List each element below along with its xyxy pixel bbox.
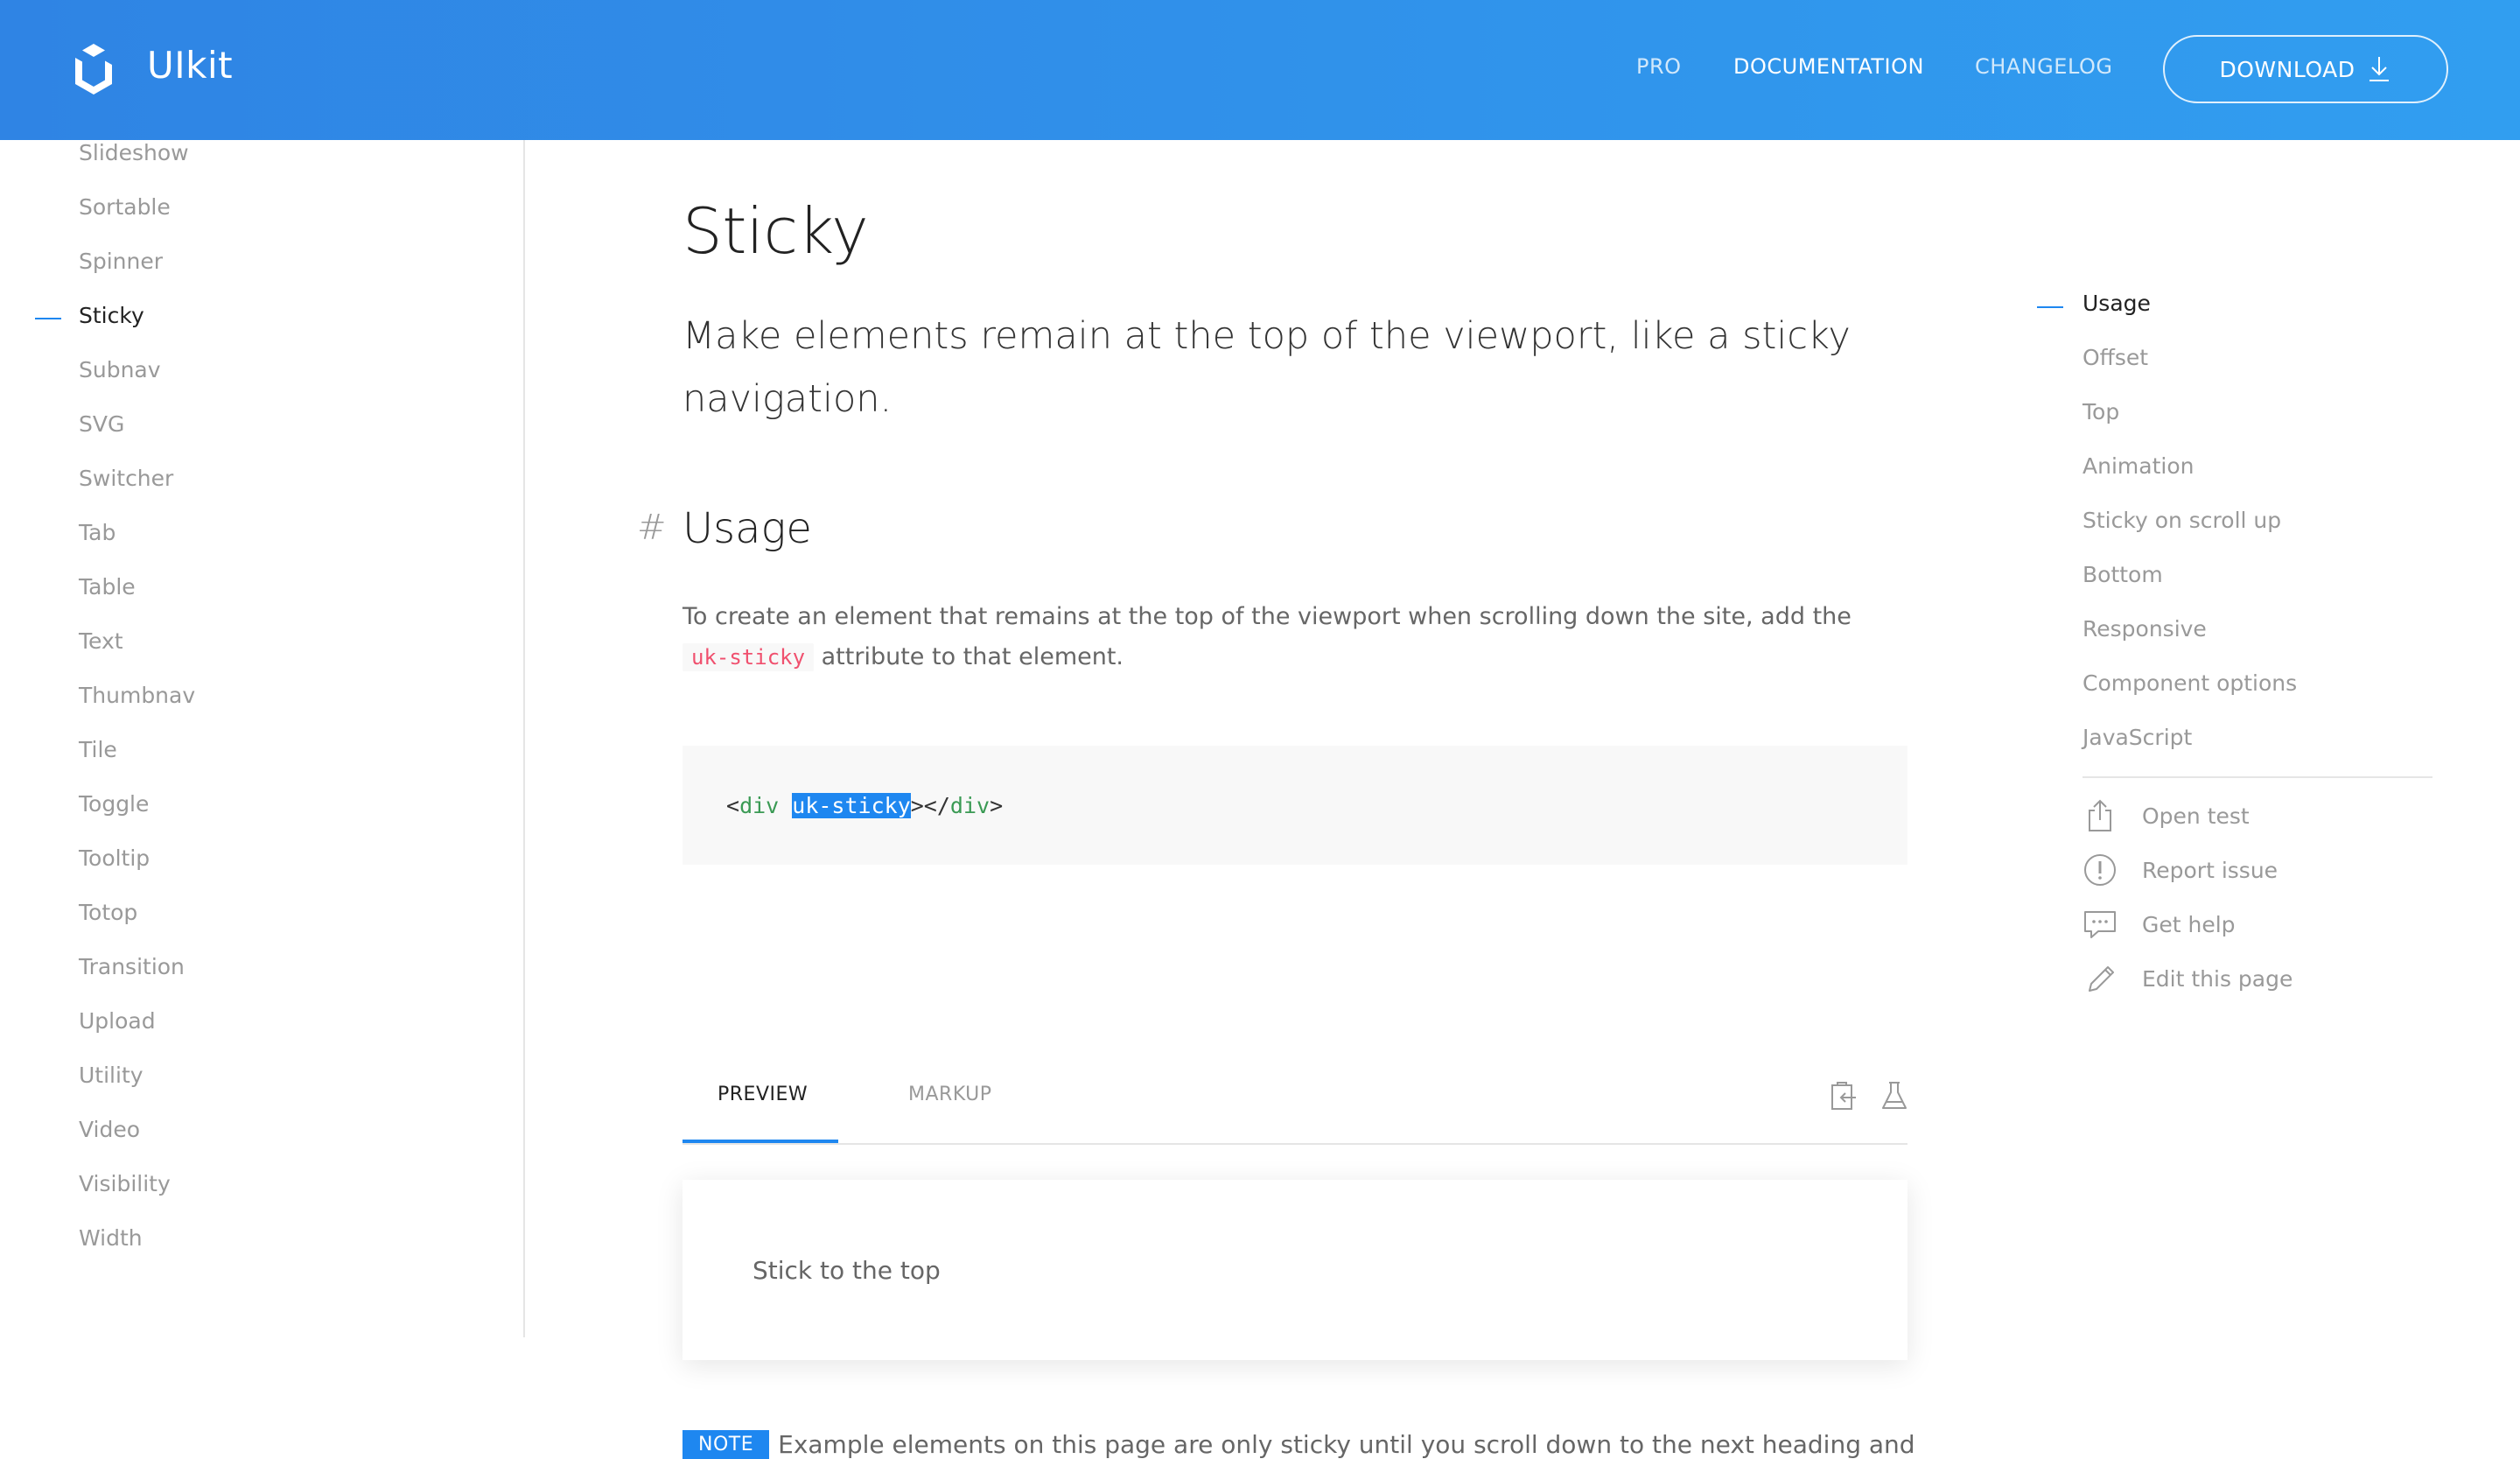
sidebar-item-sortable[interactable]: Sortable xyxy=(79,194,171,220)
download-label: DOWNLOAD xyxy=(2219,56,2356,82)
sidebar-item-subnav[interactable]: Subnav xyxy=(79,357,161,382)
toc-item-top[interactable]: Top xyxy=(2082,399,2119,424)
preview-sticky-text: Stick to the top xyxy=(752,1255,941,1285)
toc-item-javascript[interactable]: JavaScript xyxy=(2082,725,2192,750)
usage-paragraph: To create an element that remains at the… xyxy=(682,597,1908,677)
toc-divider xyxy=(2082,776,2432,778)
sidebar-item-video[interactable]: Video xyxy=(79,1117,140,1142)
sidebar-nav: Slideshow Sortable Spinner Sticky Subnav… xyxy=(0,140,525,1337)
code-close-bracket: > xyxy=(990,792,1004,818)
page-title: Sticky xyxy=(682,194,869,268)
sidebar-item-svg[interactable]: SVG xyxy=(79,411,124,437)
open-test-label: Open test xyxy=(2142,803,2250,829)
preview-card: Stick to the top xyxy=(682,1180,1908,1360)
main-content: Sticky Make elements remain at the top o… xyxy=(525,140,2520,1459)
tab-markup[interactable]: MARKUP xyxy=(908,1084,992,1105)
code-mid: ></ xyxy=(910,792,950,818)
copy-icon[interactable] xyxy=(1829,1080,1858,1112)
edit-page-link[interactable]: Edit this page xyxy=(2082,961,2292,996)
open-test-link[interactable]: Open test xyxy=(2082,798,2250,833)
code-attr-selected[interactable]: uk-sticky xyxy=(792,792,911,818)
sidebar-item-switcher[interactable]: Switcher xyxy=(79,466,173,491)
usage-text-before: To create an element that remains at the… xyxy=(682,603,1852,630)
download-icon xyxy=(2370,57,2390,81)
code-open-bracket: < xyxy=(726,792,740,818)
sidebar-item-width[interactable]: Width xyxy=(79,1225,143,1251)
sidebar-active-indicator xyxy=(35,318,61,319)
sidebar-item-utility[interactable]: Utility xyxy=(79,1063,144,1088)
page-lead: Make elements remain at the top of the v… xyxy=(682,314,1851,421)
toc-item-sticky-on-scroll-up[interactable]: Sticky on scroll up xyxy=(2082,508,2281,533)
uikit-logo-icon[interactable] xyxy=(66,40,121,100)
sidebar-item-toggle[interactable]: Toggle xyxy=(79,791,149,817)
nav-documentation-link[interactable]: DOCUMENTATION xyxy=(1733,54,1924,79)
nav-pro-link[interactable]: PRO xyxy=(1636,54,1682,79)
sidebar-item-table[interactable]: Table xyxy=(79,574,136,600)
note-text: Example elements on this page are only s… xyxy=(778,1430,1915,1459)
edit-page-label: Edit this page xyxy=(2142,965,2293,992)
brand-name[interactable]: UIkit xyxy=(147,44,233,87)
sidebar-item-slideshow[interactable]: Slideshow xyxy=(79,140,189,165)
toc-item-usage[interactable]: Usage xyxy=(2082,291,2151,316)
toc-item-offset[interactable]: Offset xyxy=(2082,345,2148,370)
toc-item-bottom[interactable]: Bottom xyxy=(2082,562,2163,587)
sidebar-item-totop[interactable]: Totop xyxy=(79,900,137,925)
report-issue-link[interactable]: Report issue xyxy=(2082,852,2278,887)
sidebar-item-thumbnav[interactable]: Thumbnav xyxy=(79,683,195,708)
sidebar-item-tab[interactable]: Tab xyxy=(79,520,116,545)
pencil-icon xyxy=(2089,966,2114,992)
nav-changelog-link[interactable]: CHANGELOG xyxy=(1975,54,2112,79)
active-tab-indicator xyxy=(682,1140,838,1143)
sidebar-item-sticky[interactable]: Sticky xyxy=(79,303,144,328)
toc-item-animation[interactable]: Animation xyxy=(2082,453,2194,479)
usage-text-after: attribute to that element. xyxy=(821,643,1124,670)
sidebar-item-transition[interactable]: Transition xyxy=(79,954,185,979)
report-issue-label: Report issue xyxy=(2142,857,2278,883)
sidebar-item-spinner[interactable]: Spinner xyxy=(79,249,163,274)
section-heading-usage: Usage xyxy=(682,504,812,553)
code-example: < div uk-sticky ></div > xyxy=(682,746,1908,865)
example-tabs: PREVIEW MARKUP xyxy=(682,1056,1908,1145)
top-navbar: UIkit PRO DOCUMENTATION CHANGELOG DOWNLO… xyxy=(0,0,2520,140)
sidebar-item-tooltip[interactable]: Tooltip xyxy=(79,845,150,871)
share-icon xyxy=(2089,799,2111,831)
toc-active-indicator xyxy=(2037,306,2063,308)
section-anchor-link[interactable]: # xyxy=(637,508,667,548)
sidebar-item-visibility[interactable]: Visibility xyxy=(79,1171,171,1196)
download-button[interactable]: DOWNLOAD xyxy=(2163,35,2448,103)
inline-code-uk-sticky: uk-sticky xyxy=(682,643,815,671)
sidebar-item-tile[interactable]: Tile xyxy=(79,737,117,762)
comments-icon xyxy=(2084,911,2116,938)
get-help-label: Get help xyxy=(2142,911,2236,937)
code-tag-div: div xyxy=(739,792,780,818)
code-close-tag-div: div xyxy=(949,792,990,818)
toc-item-responsive[interactable]: Responsive xyxy=(2082,616,2207,642)
flask-icon[interactable] xyxy=(1880,1080,1909,1112)
get-help-link[interactable]: Get help xyxy=(2082,907,2236,942)
tab-preview[interactable]: PREVIEW xyxy=(718,1084,808,1105)
warning-icon xyxy=(2084,854,2116,886)
toc-item-component-options[interactable]: Component options xyxy=(2082,670,2297,696)
sidebar-item-text[interactable]: Text xyxy=(79,628,123,654)
note-paragraph: NOTE Example elements on this page are on… xyxy=(682,1430,1978,1459)
note-badge: NOTE xyxy=(682,1430,770,1459)
sidebar-item-upload[interactable]: Upload xyxy=(79,1008,156,1034)
